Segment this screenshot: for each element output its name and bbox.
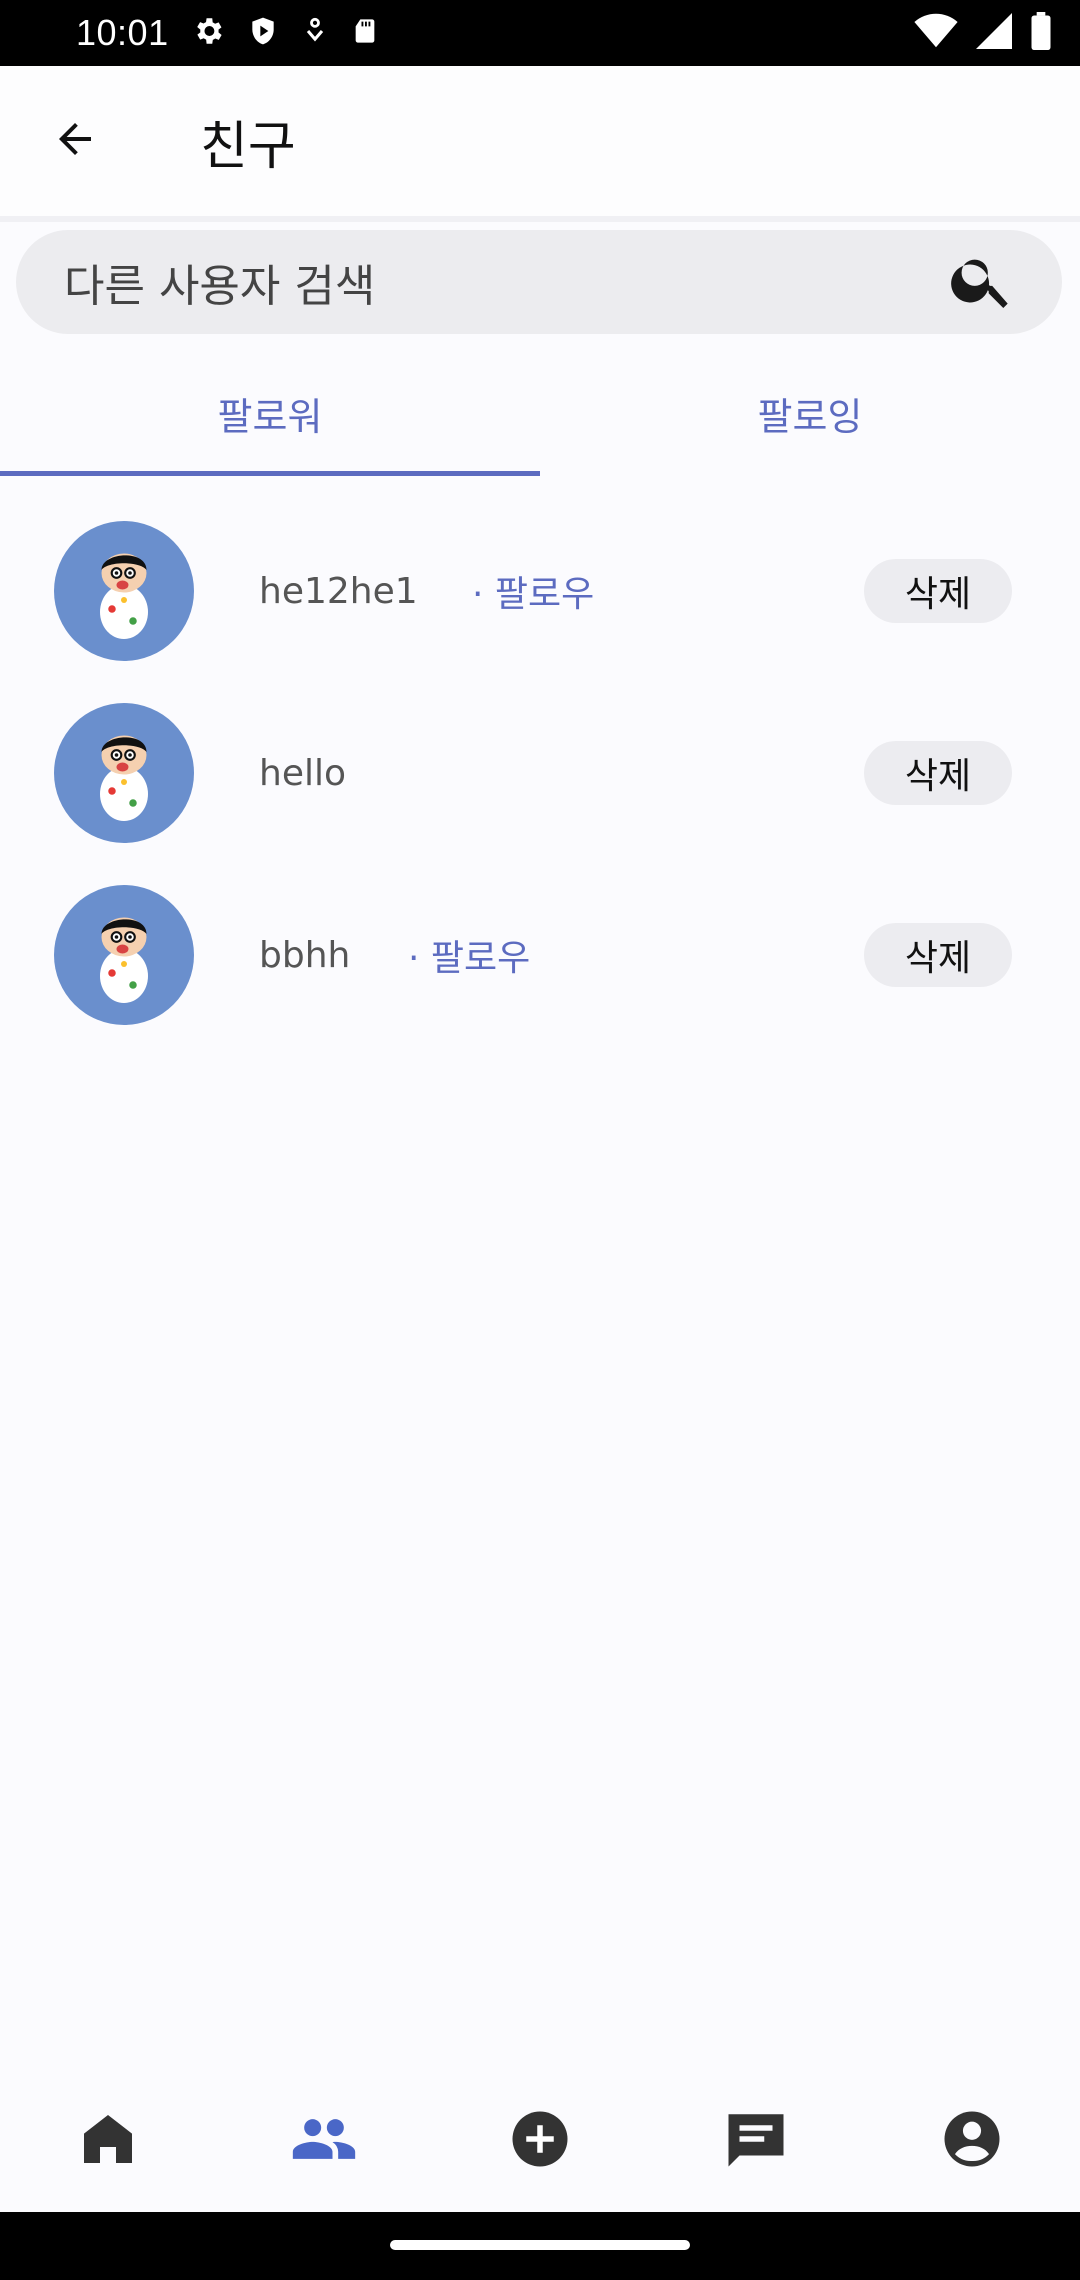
battery-icon [1030, 12, 1052, 54]
username[interactable]: he12he1 [259, 571, 418, 612]
status-time: 10:01 [76, 12, 169, 53]
list-item[interactable]: bbhh · 팔로우 삭제 [0, 864, 1080, 1046]
list-item[interactable]: hello 삭제 [0, 682, 1080, 864]
divider [0, 216, 1080, 222]
nav-add[interactable] [432, 2070, 648, 2212]
download-icon [301, 14, 329, 52]
username[interactable]: bbhh [259, 935, 350, 976]
avatar-character-icon [100, 553, 148, 639]
page-title: 친구 [200, 116, 296, 177]
nav-friends[interactable] [216, 2070, 432, 2212]
tab-bar: 팔로워 팔로잉 [0, 350, 1080, 476]
app-bar: 친구 [0, 66, 1080, 216]
tab-following[interactable]: 팔로잉 [540, 350, 1080, 476]
search-input[interactable]: 다른 사용자 검색 [16, 230, 1062, 334]
add-circle-icon [507, 2106, 573, 2176]
avatar[interactable] [54, 521, 194, 661]
nav-profile[interactable] [864, 2070, 1080, 2212]
search-placeholder: 다른 사용자 검색 [64, 261, 376, 312]
people-icon [290, 2105, 358, 2177]
avatar-character-icon [100, 735, 148, 821]
arrow-left-icon [51, 115, 99, 167]
follow-link[interactable]: · 팔로우 [472, 565, 594, 617]
follower-list: he12he1 · 팔로우 삭제 hello 삭제 bbhh · 팔로우 삭제 [0, 500, 1080, 1046]
shield-icon [247, 14, 279, 52]
list-item[interactable]: he12he1 · 팔로우 삭제 [0, 500, 1080, 682]
delete-button[interactable]: 삭제 [864, 559, 1012, 623]
delete-button[interactable]: 삭제 [864, 741, 1012, 805]
search-icon [947, 245, 1017, 319]
delete-button[interactable]: 삭제 [864, 923, 1012, 987]
bottom-nav [0, 2070, 1080, 2212]
gear-icon [191, 14, 225, 52]
wifi-icon [914, 13, 958, 53]
avatar[interactable] [54, 885, 194, 1025]
avatar-character-icon [100, 917, 148, 1003]
avatar[interactable] [54, 703, 194, 843]
friends-screen: 10:01 친구 다른 사용자 검색 팔로워 팔로잉 he12he1 · 팔로우… [0, 0, 1080, 2280]
status-bar: 10:01 [0, 0, 1080, 66]
chat-icon [723, 2106, 789, 2176]
signal-icon [976, 13, 1012, 53]
tab-followers[interactable]: 팔로워 [0, 350, 540, 476]
back-button[interactable] [0, 66, 150, 216]
nav-home[interactable] [0, 2070, 216, 2212]
sd-card-icon [351, 14, 379, 52]
username[interactable]: hello [259, 753, 346, 794]
home-icon [76, 2107, 140, 2175]
gesture-handle[interactable] [390, 2240, 690, 2250]
account-icon [939, 2106, 1005, 2176]
search-button[interactable] [942, 242, 1022, 322]
nav-chat[interactable] [648, 2070, 864, 2212]
follow-link[interactable]: · 팔로우 [408, 929, 530, 981]
